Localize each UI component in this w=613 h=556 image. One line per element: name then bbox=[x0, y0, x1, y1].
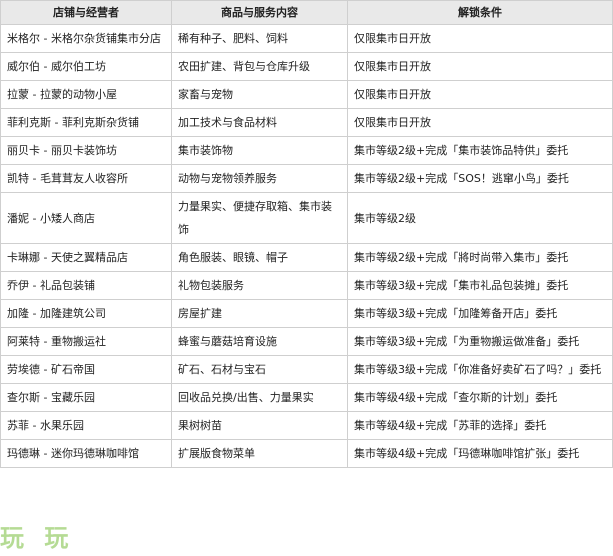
goods-cell: 礼物包装服务 bbox=[171, 271, 348, 300]
unlock-cell: 集市等级3级+完成「集市礼品包装摊」委托 bbox=[347, 271, 613, 300]
goods-cell: 加工技术与食品材料 bbox=[171, 108, 348, 137]
shop-owner-cell: 劳埃德 - 矿石帝国 bbox=[0, 355, 172, 384]
goods-cell: 农田扩建、背包与仓库升级 bbox=[171, 52, 348, 81]
table-row: 米格尔 - 米格尔杂货铺集市分店 稀有种子、肥料、饲料 仅限集市日开放 bbox=[0, 24, 613, 53]
table-row: 阿莱特 - 重物搬运社 蜂蜜与蘑菇培育设施 集市等级3级+完成「为重物搬运做准备… bbox=[0, 327, 613, 356]
unlock-cell: 仅限集市日开放 bbox=[347, 52, 613, 81]
unlock-cell: 集市等级3级+完成「你准备好卖矿石了吗？」委托 bbox=[347, 355, 613, 384]
table-row: 乔伊 - 礼品包装铺 礼物包装服务 集市等级3级+完成「集市礼品包装摊」委托 bbox=[0, 271, 613, 300]
table-row: 拉蒙 - 拉蒙的动物小屋 家畜与宠物 仅限集市日开放 bbox=[0, 80, 613, 109]
unlock-cell: 集市等级3级+完成「为重物搬运做准备」委托 bbox=[347, 327, 613, 356]
shop-owner-cell: 威尔伯 - 威尔伯工坊 bbox=[0, 52, 172, 81]
site-watermark: 玩 玩 bbox=[0, 524, 75, 552]
table-row: 潘妮 - 小矮人商店 力量果实、便捷存取箱、集市装饰 集市等级2级 bbox=[0, 192, 613, 244]
shop-owner-cell: 卡琳娜 - 天使之翼精品店 bbox=[0, 243, 172, 272]
goods-cell: 矿石、石材与宝石 bbox=[171, 355, 348, 384]
goods-cell: 集市装饰物 bbox=[171, 136, 348, 165]
table-row: 威尔伯 - 威尔伯工坊 农田扩建、背包与仓库升级 仅限集市日开放 bbox=[0, 52, 613, 81]
goods-cell: 房屋扩建 bbox=[171, 299, 348, 328]
unlock-cell: 集市等级4级+完成「苏菲的选择」委托 bbox=[347, 411, 613, 440]
unlock-cell: 集市等级2级+完成「SOS！逃窜小鸟」委托 bbox=[347, 164, 613, 193]
shop-owner-cell: 丽贝卡 - 丽贝卡装饰坊 bbox=[0, 136, 172, 165]
goods-cell: 蜂蜜与蘑菇培育设施 bbox=[171, 327, 348, 356]
table-row: 卡琳娜 - 天使之翼精品店 角色服装、眼镜、帽子 集市等级2级+完成「將时尚带入… bbox=[0, 243, 613, 272]
unlock-cell: 集市等级2级+完成「集市装饰品特供」委托 bbox=[347, 136, 613, 165]
table-row: 查尔斯 - 宝藏乐园 回收品兑换/出售、力量果实 集市等级4级+完成「查尔斯的计… bbox=[0, 383, 613, 412]
goods-cell: 果树树苗 bbox=[171, 411, 348, 440]
table-row: 丽贝卡 - 丽贝卡装饰坊 集市装饰物 集市等级2级+完成「集市装饰品特供」委托 bbox=[0, 136, 613, 165]
unlock-cell: 集市等级2级+完成「將时尚带入集市」委托 bbox=[347, 243, 613, 272]
unlock-cell: 集市等级4级+完成「玛德琳咖啡馆扩张」委托 bbox=[347, 439, 613, 468]
shop-owner-cell: 苏菲 - 水果乐园 bbox=[0, 411, 172, 440]
unlock-cell: 集市等级2级 bbox=[347, 192, 613, 244]
table-row: 苏菲 - 水果乐园 果树树苗 集市等级4级+完成「苏菲的选择」委托 bbox=[0, 411, 613, 440]
table-row: 凯特 - 毛茸茸友人收容所 动物与宠物领养服务 集市等级2级+完成「SOS！逃窜… bbox=[0, 164, 613, 193]
goods-cell: 力量果实、便捷存取箱、集市装饰 bbox=[171, 192, 348, 244]
header-shop-owner: 店铺与经营者 bbox=[0, 0, 172, 25]
table-row: 菲利克斯 - 菲利克斯杂货铺 加工技术与食品材料 仅限集市日开放 bbox=[0, 108, 613, 137]
goods-cell: 家畜与宠物 bbox=[171, 80, 348, 109]
shop-owner-cell: 乔伊 - 礼品包装铺 bbox=[0, 271, 172, 300]
shop-owner-cell: 凯特 - 毛茸茸友人收容所 bbox=[0, 164, 172, 193]
table-header-row: 店铺与经营者 商品与服务内容 解锁条件 bbox=[0, 0, 613, 25]
shop-owner-cell: 菲利克斯 - 菲利克斯杂货铺 bbox=[0, 108, 172, 137]
unlock-cell: 集市等级4级+完成「查尔斯的计划」委托 bbox=[347, 383, 613, 412]
shop-owner-cell: 查尔斯 - 宝藏乐园 bbox=[0, 383, 172, 412]
unlock-cell: 仅限集市日开放 bbox=[347, 108, 613, 137]
table-row: 劳埃德 - 矿石帝国 矿石、石材与宝石 集市等级3级+完成「你准备好卖矿石了吗？… bbox=[0, 355, 613, 384]
goods-cell: 动物与宠物领养服务 bbox=[171, 164, 348, 193]
table-row: 玛德琳 - 迷你玛德琳咖啡馆 扩展版食物菜单 集市等级4级+完成「玛德琳咖啡馆扩… bbox=[0, 439, 613, 468]
goods-cell: 角色服装、眼镜、帽子 bbox=[171, 243, 348, 272]
goods-cell: 扩展版食物菜单 bbox=[171, 439, 348, 468]
unlock-cell: 集市等级3级+完成「加隆筹备开店」委托 bbox=[347, 299, 613, 328]
table-row: 加隆 - 加隆建筑公司 房屋扩建 集市等级3级+完成「加隆筹备开店」委托 bbox=[0, 299, 613, 328]
header-unlock-condition: 解锁条件 bbox=[347, 0, 613, 25]
goods-cell: 回收品兑换/出售、力量果实 bbox=[171, 383, 348, 412]
shop-owner-cell: 阿莱特 - 重物搬运社 bbox=[0, 327, 172, 356]
shop-owner-cell: 米格尔 - 米格尔杂货铺集市分店 bbox=[0, 24, 172, 53]
shop-owner-cell: 拉蒙 - 拉蒙的动物小屋 bbox=[0, 80, 172, 109]
unlock-cell: 仅限集市日开放 bbox=[347, 80, 613, 109]
unlock-cell: 仅限集市日开放 bbox=[347, 24, 613, 53]
shop-owner-cell: 潘妮 - 小矮人商店 bbox=[0, 192, 172, 244]
shop-owner-cell: 玛德琳 - 迷你玛德琳咖啡馆 bbox=[0, 439, 172, 468]
goods-cell: 稀有种子、肥料、饲料 bbox=[171, 24, 348, 53]
shop-unlock-table: 店铺与经营者 商品与服务内容 解锁条件 米格尔 - 米格尔杂货铺集市分店 稀有种… bbox=[0, 0, 613, 468]
shop-owner-cell: 加隆 - 加隆建筑公司 bbox=[0, 299, 172, 328]
header-goods-services: 商品与服务内容 bbox=[171, 0, 348, 25]
